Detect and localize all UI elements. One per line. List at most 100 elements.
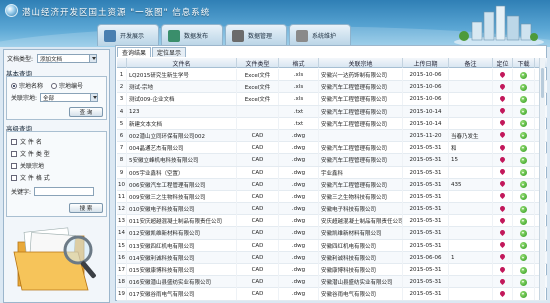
tab-query-results[interactable]: 查询结果: [117, 47, 152, 57]
nav-tab-data-manage[interactable]: 数据管理: [225, 24, 287, 46]
download-icon[interactable]: [520, 156, 527, 164]
table-scrollbar[interactable]: [539, 58, 545, 300]
radio-parcel-name[interactable]: [11, 82, 17, 89]
doc-type-select[interactable]: 添加文档: [37, 54, 98, 63]
download-icon[interactable]: [520, 290, 527, 298]
cell-parcel: 安徽康博科技有限公司: [319, 264, 403, 276]
col-note[interactable]: 备注: [449, 58, 493, 68]
download-icon[interactable]: [520, 193, 527, 201]
map-pin-icon[interactable]: [500, 254, 505, 261]
cell-note: [449, 215, 493, 228]
table-row[interactable]: 15 013安徽四红机电有限公司 CAD .dwg 安徽四红机电有限公司 2015-05-…: [117, 239, 547, 252]
map-pin-icon[interactable]: [500, 279, 505, 286]
map-pin-icon[interactable]: [500, 132, 505, 139]
download-icon[interactable]: [520, 181, 527, 189]
filetype-checkbox[interactable]: [11, 150, 17, 157]
table-row[interactable]: 5 新建文本文档 .txt 安徽汽车工程管理有限公司 2015-10-14: [117, 117, 547, 130]
table-row[interactable]: 2 测试-宗地 Excel文件 .xls 安徽汽车工程管理有限公司 2015-10-06: [117, 81, 547, 94]
map-pin-icon[interactable]: [500, 96, 505, 103]
download-icon[interactable]: [520, 254, 527, 262]
table-row[interactable]: 3 测试009-企业文档 Excel文件 .xls 安徽汽车工程管理有限公司 2015-1…: [117, 93, 547, 106]
cell-filetype: CAD: [237, 190, 279, 203]
cell-format: .dwg: [279, 227, 319, 240]
col-parcel[interactable]: 关联宗地: [319, 58, 403, 68]
table-row[interactable]: 1 LQ2015研究生新生学号 Excel文件 .xls 安徽兴一达药饰制有限公司 201…: [117, 69, 547, 82]
download-icon[interactable]: [520, 169, 527, 176]
table-row[interactable]: 19 017安徽谷雨电气有限公司 CAD .dwg 安徽谷雨电气有限公司 2015-05-…: [117, 288, 547, 301]
cell-index: 4: [117, 105, 127, 118]
table-row[interactable]: 12 010安徽电子科技有限公司 CAD .dwg 安徽电子科技有限公司 2015-05-…: [117, 203, 547, 216]
map-pin-icon[interactable]: [500, 218, 505, 225]
cell-upload-date: 2015-10-06: [403, 93, 449, 106]
map-pin-icon[interactable]: [500, 267, 505, 274]
download-icon[interactable]: [520, 144, 527, 152]
assoc-parcel-select[interactable]: 全部: [40, 93, 99, 102]
nav-tab-data-publish[interactable]: 数据发布: [161, 24, 223, 46]
cell-locate: [493, 251, 513, 264]
map-pin-icon[interactable]: [500, 108, 505, 115]
map-pin-icon[interactable]: [500, 242, 505, 249]
fileformat-checkbox[interactable]: [11, 174, 17, 181]
assoc-parcel-checkbox[interactable]: [11, 162, 17, 169]
table-row[interactable]: 14 012安徽凯维新材料有限公司 CAD .dwg 安徽凯维新材料有限公司 2015-0…: [117, 227, 547, 240]
col-filetype[interactable]: 文件类型: [237, 58, 279, 68]
fileformat-check-label: 文 件 格 式: [20, 175, 50, 182]
download-icon[interactable]: [520, 205, 527, 213]
download-icon[interactable]: [520, 242, 527, 250]
download-icon[interactable]: [520, 71, 527, 79]
download-icon[interactable]: [520, 132, 527, 140]
scrollbar-thumb[interactable]: [541, 68, 544, 98]
cell-upload-date: 2015-05-31: [403, 215, 449, 228]
download-icon[interactable]: [520, 108, 527, 116]
map-pin-icon[interactable]: [500, 291, 505, 298]
table-row[interactable]: 8 5安徽立峰机电科技有限公司 CAD .dwg 安徽汽车工程管理有限公司 2015-05…: [117, 154, 547, 167]
cell-locate: [493, 154, 513, 167]
map-pin-icon[interactable]: [500, 193, 505, 200]
download-icon[interactable]: [520, 120, 527, 128]
download-icon[interactable]: [520, 83, 527, 91]
cell-filename: 123: [127, 105, 237, 118]
col-filename[interactable]: 文件名: [127, 58, 237, 68]
map-pin-icon[interactable]: [500, 120, 505, 127]
cell-format: .dwg: [279, 203, 319, 216]
map-pin-icon[interactable]: [500, 145, 505, 152]
nav-tab-system-maintain[interactable]: 系统维护: [289, 24, 351, 46]
col-format[interactable]: 格式: [279, 58, 319, 68]
query-button[interactable]: 查 询: [69, 107, 103, 117]
download-icon[interactable]: [520, 95, 527, 103]
filename-checkbox[interactable]: [11, 138, 17, 145]
table-row[interactable]: 4 123 .txt 安徽汽车工程管理有限公司 2015-10-14: [117, 105, 547, 118]
table-row[interactable]: 10 006安徽汽车工程管理有限公司 CAD .dwg 安徽汽车工程管理有限公司 2015…: [117, 178, 547, 191]
map-pin-icon[interactable]: [500, 72, 505, 79]
radio-parcel-code[interactable]: [51, 82, 58, 89]
table-row[interactable]: 17 015安徽康博科技有限公司 CAD .dwg 安徽康博科技有限公司 2015-05-…: [117, 264, 547, 277]
keyword-input[interactable]: [34, 187, 95, 196]
cell-index: 5: [117, 117, 127, 130]
download-icon[interactable]: [520, 266, 527, 274]
table-row[interactable]: 7 004晶通艺杰有限公司 CAD .dwg 安徽汽车工程管理有限公司 2015-05-3…: [117, 142, 547, 155]
cell-note: [449, 69, 493, 81]
col-upload-date[interactable]: 上传日期: [403, 58, 449, 68]
search-button[interactable]: 搜 索: [69, 203, 103, 213]
download-icon[interactable]: [520, 217, 527, 225]
table-row[interactable]: 13 011安庆超越混凝土制品有限责任公司 CAD .dwg 安庆超越混凝土制品有限责任…: [117, 215, 547, 228]
nav-tab-dev-display[interactable]: 开发展示: [97, 24, 159, 46]
table-row[interactable]: 9 005宇业鑫科（空置） CAD .dwg 宇业鑫科 2015-05-31: [117, 166, 547, 179]
cell-note: [449, 117, 493, 130]
cell-format: .dwg: [279, 239, 319, 252]
download-icon[interactable]: [520, 278, 527, 286]
table-row[interactable]: 6 002潜山立同环保有限公司002 CAD .dwg 2015-11-20 当春乃发生: [117, 129, 547, 143]
map-pin-icon[interactable]: [500, 157, 505, 164]
table-row[interactable]: 11 009安徽三之生物科技有限公司 CAD .dwg 安徽三之生物科技有限公司 2015…: [117, 190, 547, 204]
table-row[interactable]: 16 014安徽利诚科技有限公司 CAD .dwg 安徽利诚科技有限公司 2015-06-…: [117, 251, 547, 264]
download-icon[interactable]: [520, 229, 527, 237]
map-pin-icon[interactable]: [500, 230, 505, 237]
cell-filename: 012安徽凯维新材料有限公司: [127, 227, 237, 240]
cell-download: [513, 81, 535, 94]
map-pin-icon[interactable]: [500, 181, 505, 188]
map-pin-icon[interactable]: [500, 169, 505, 176]
tab-locate-display[interactable]: 定位显示: [152, 47, 187, 57]
map-pin-icon[interactable]: [500, 84, 505, 91]
map-pin-icon[interactable]: [500, 206, 505, 213]
table-row[interactable]: 18 016安徽潜山县盛纺实业有限公司 CAD .dwg 安徽潜山县盛纺实业有限公司 20…: [117, 276, 547, 289]
